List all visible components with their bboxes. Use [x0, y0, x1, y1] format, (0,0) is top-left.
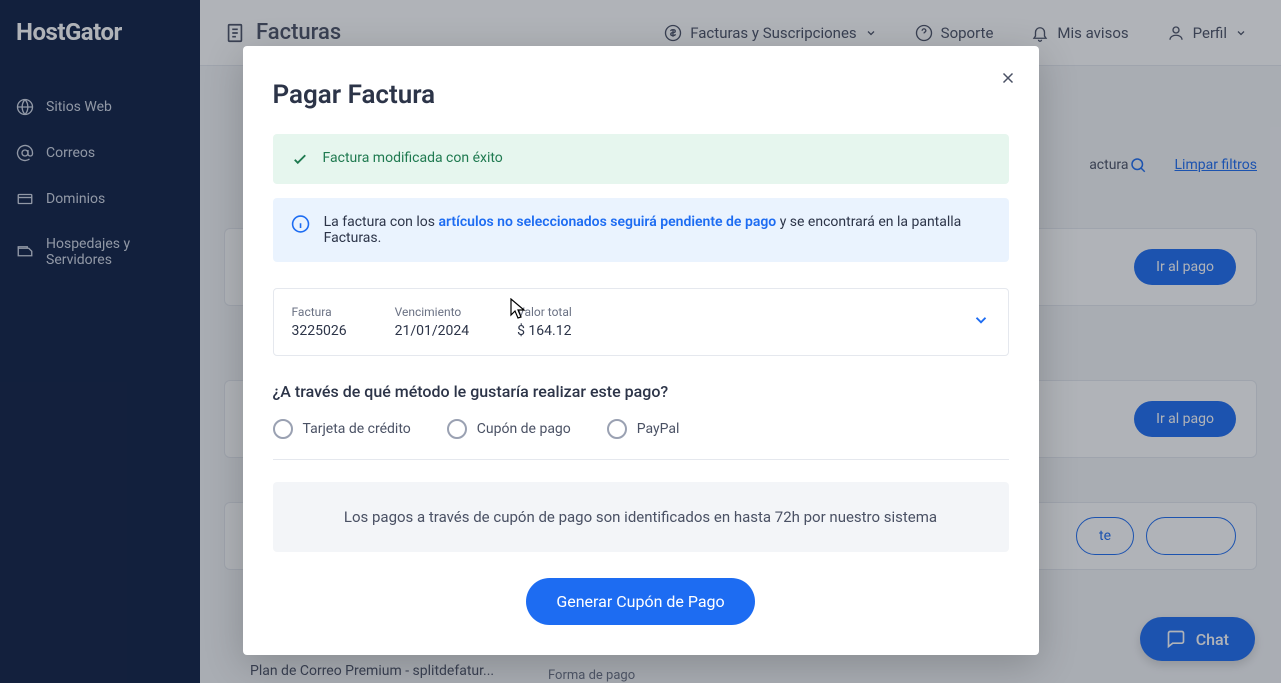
info-alert: La factura con los artículos no seleccio…	[273, 198, 1009, 262]
summary-label: Vencimiento	[395, 305, 470, 319]
generate-coupon-button[interactable]: Generar Cupón de Pago	[526, 578, 754, 625]
expand-toggle[interactable]	[972, 311, 990, 333]
summary-value: $ 164.12	[517, 323, 572, 339]
payment-method-question: ¿A través de qué método le gustaría real…	[273, 382, 1009, 401]
modal-close-button[interactable]	[999, 68, 1017, 92]
modal-title: Pagar Factura	[273, 80, 1009, 110]
modal-actions: Generar Cupón de Pago	[273, 578, 1009, 625]
method-credit-card[interactable]: Tarjeta de crédito	[273, 419, 411, 439]
close-icon	[999, 69, 1017, 87]
info-icon	[291, 214, 310, 234]
summary-label: Factura	[292, 305, 347, 319]
method-coupon[interactable]: Cupón de pago	[447, 419, 571, 439]
success-alert: Factura modificada con éxito	[273, 134, 1009, 184]
summary-invoice: Factura 3225026	[292, 305, 347, 339]
radio-icon	[607, 419, 627, 439]
chevron-down-icon	[972, 311, 990, 329]
pay-invoice-modal: Pagar Factura Factura modificada con éxi…	[243, 46, 1039, 655]
method-label: Tarjeta de crédito	[303, 421, 411, 437]
payment-methods: Tarjeta de crédito Cupón de pago PayPal	[273, 419, 1009, 439]
summary-value: 21/01/2024	[395, 323, 470, 339]
success-text: Factura modificada con éxito	[323, 150, 503, 166]
radio-icon	[273, 419, 293, 439]
invoice-summary[interactable]: Factura 3225026 Vencimiento 21/01/2024 V…	[273, 288, 1009, 356]
modal-overlay[interactable]: Pagar Factura Factura modificada con éxi…	[0, 0, 1281, 683]
radio-icon	[447, 419, 467, 439]
method-paypal[interactable]: PayPal	[607, 419, 680, 439]
method-label: PayPal	[637, 421, 680, 437]
method-label: Cupón de pago	[477, 421, 571, 437]
summary-total: Valor total $ 164.12	[517, 305, 572, 339]
summary-value: 3225026	[292, 323, 347, 339]
divider	[273, 459, 1009, 460]
summary-label: Valor total	[517, 305, 572, 319]
check-icon	[291, 150, 309, 168]
coupon-info-box: Los pagos a través de cupón de pago son …	[273, 482, 1009, 552]
summary-due: Vencimiento 21/01/2024	[395, 305, 470, 339]
info-text: La factura con los artículos no seleccio…	[324, 214, 991, 246]
